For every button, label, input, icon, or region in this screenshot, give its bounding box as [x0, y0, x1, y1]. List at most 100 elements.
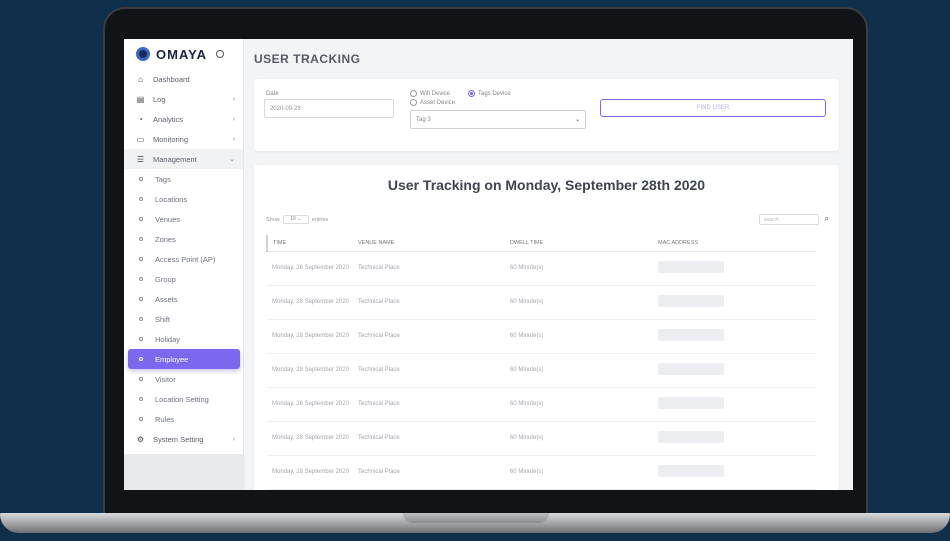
- table-row[interactable]: Monday, 28 September 2020 Technical Place…: [267, 353, 816, 388]
- table-row[interactable]: Monday, 28 September 2020 Technical Place…: [267, 285, 816, 320]
- show-label: Show: [266, 216, 280, 223]
- radio-wifi-device[interactable]: Wifi Device: [410, 90, 450, 97]
- table-row[interactable]: Monday, 28 September 2020 Technical Place…: [267, 421, 816, 456]
- sidebar-item-label: Monitoring: [153, 134, 189, 144]
- sidebar-subitem-assets[interactable]: Assets: [124, 289, 243, 309]
- circle-icon: [139, 317, 143, 321]
- cell-dwell: 60 Minute(s): [505, 319, 653, 354]
- sidebar-subitem-label: Holiday: [155, 334, 181, 344]
- circle-icon: [139, 397, 143, 401]
- cell-dwell: 60 Minute(s): [505, 421, 653, 456]
- column-header[interactable]: DWELL TIME: [505, 235, 653, 252]
- circle-icon: [139, 197, 143, 201]
- tag-select[interactable]: Tag 3 ⌄: [410, 110, 586, 129]
- chevron-icon: ›: [232, 115, 235, 123]
- filter-card: Date 2020-09-28 Wifi Device Tags Device …: [254, 79, 839, 151]
- sidebar-subitem-location-setting[interactable]: Location Setting: [124, 389, 243, 409]
- omaya-logo-icon: [136, 47, 150, 61]
- entries-value: 10: [290, 216, 296, 222]
- table-row[interactable]: Monday, 28 September 2020 Technical Place…: [267, 455, 816, 490]
- sidebar-subitem-venues[interactable]: Venues: [124, 209, 243, 229]
- sidebar-subitem-holiday[interactable]: Holiday: [124, 329, 243, 349]
- radio-tags-label: Tags Device: [478, 90, 511, 97]
- settings-icon: ⚙: [136, 434, 145, 444]
- sidebar-item-label: Analytics: [153, 114, 184, 124]
- radio-circle-selected: [468, 90, 475, 97]
- radio-asset-device[interactable]: Asset Device: [410, 99, 455, 106]
- entries-select[interactable]: 10 ⌄: [282, 215, 309, 224]
- sidebar-item-dashboard[interactable]: ⌂ Dashboard: [124, 69, 243, 89]
- sidebar-nav: ⌂ Dashboard ▤ Log › ◔ Analytics › ▭ Monitoring › ☰ M…: [124, 69, 243, 449]
- sidebar-item-label: System Setting: [153, 434, 204, 444]
- mac-redacted: [658, 328, 724, 341]
- circle-icon: [139, 237, 143, 241]
- sidebar-subitem-label: Locations: [155, 194, 188, 204]
- sidebar-subitem-access-point-ap[interactable]: Access Point (AP): [124, 249, 243, 269]
- sidebar: OMAYA ⌂ Dashboard ▤ Log › ◔ Analytics › ▭ Monitor…: [124, 39, 244, 490]
- results-card: User Tracking on Monday, September 28th …: [254, 165, 839, 490]
- results-title: User Tracking on Monday, September 28th …: [387, 177, 706, 193]
- sidebar-subitem-rules[interactable]: Rules: [124, 409, 243, 429]
- table-row[interactable]: Monday, 28 September 2020 Technical Place…: [267, 387, 816, 422]
- column-header[interactable]: TIME: [266, 235, 353, 252]
- column-header[interactable]: MAC ADDRESS: [653, 235, 816, 252]
- table-row[interactable]: Monday, 28 September 2020 Technical Place…: [267, 251, 816, 286]
- sidebar-subitem-label: Shift: [155, 314, 171, 324]
- page-title: USER TRACKING: [254, 52, 361, 66]
- sidebar-item-monitoring[interactable]: ▭ Monitoring ›: [124, 129, 243, 149]
- sidebar-subitem-label: Visitor: [155, 374, 176, 384]
- mac-redacted: [658, 430, 724, 443]
- sidebar-item-system-setting[interactable]: ⚙ System Setting ›: [124, 429, 243, 449]
- brand-name: OMAYA: [156, 46, 208, 62]
- cell-mac: [653, 251, 816, 286]
- sidebar-item-label: Dashboard: [153, 74, 190, 84]
- sidebar-subitem-label: Group: [155, 274, 176, 284]
- sidebar-item-label: Management: [153, 154, 197, 164]
- radio-tags-device[interactable]: Tags Device: [468, 90, 511, 97]
- sidebar-subitem-visitor[interactable]: Visitor: [124, 369, 243, 389]
- find-user-button[interactable]: FIND USER: [600, 99, 826, 117]
- cell-venue: Technical Place: [353, 421, 505, 456]
- sidebar-toggle-icon[interactable]: [216, 50, 225, 58]
- sidebar-subitem-label: Employee: [155, 354, 189, 364]
- sidebar-subitem-label: Access Point (AP): [155, 254, 216, 264]
- brand: OMAYA: [124, 39, 243, 69]
- search-icon[interactable]: ⌕: [825, 214, 829, 224]
- radio-asset-label: Asset Device: [420, 99, 456, 106]
- chevron-down-icon: ⌄: [574, 117, 580, 123]
- table-body: Monday, 28 September 2020 Technical Place…: [267, 251, 816, 490]
- radio-circle: [410, 99, 417, 106]
- search-input[interactable]: search: [759, 214, 819, 225]
- sidebar-subitem-employee[interactable]: Employee: [128, 349, 240, 369]
- chevron-icon: ⌄: [229, 156, 235, 163]
- circle-icon: [139, 297, 143, 301]
- sidebar-subitem-group[interactable]: Group: [124, 269, 243, 289]
- mac-redacted: [658, 260, 724, 273]
- column-header[interactable]: VENUE NAME: [353, 235, 505, 252]
- sidebar-item-analytics[interactable]: ◔ Analytics ›: [124, 109, 243, 129]
- cell-time: Monday, 28 September 2020: [267, 421, 353, 456]
- tracking-table: TIME VENUE NAME DWELL TIME MAC ADDRESS Mond…: [266, 235, 816, 490]
- sidebar-item-log[interactable]: ▤ Log ›: [124, 89, 243, 109]
- sidebar-item-management[interactable]: ☰ Management ⌄: [124, 149, 243, 169]
- cell-time: Monday, 28 September 2020: [267, 387, 353, 422]
- table-row[interactable]: Monday, 28 September 2020 Technical Place…: [267, 319, 816, 354]
- circle-icon: [139, 417, 143, 421]
- cell-dwell: 60 Minute(s): [505, 353, 653, 388]
- sidebar-subitem-label: Rules: [155, 414, 175, 424]
- sidebar-subitem-shift[interactable]: Shift: [124, 309, 243, 329]
- cell-venue: Technical Place: [353, 387, 505, 422]
- cell-mac: [653, 421, 816, 456]
- radio-wifi-label: Wifi Device: [420, 90, 451, 97]
- cell-time: Monday, 28 September 2020: [267, 251, 353, 286]
- laptop-frame: OMAYA ⌂ Dashboard ▤ Log › ◔ Analytics › ▭ Monitor…: [103, 7, 868, 519]
- cell-venue: Technical Place: [353, 285, 505, 320]
- sidebar-subitem-tags[interactable]: Tags: [124, 169, 243, 189]
- sidebar-subitem-locations[interactable]: Locations: [124, 189, 243, 209]
- date-input[interactable]: 2020-09-28: [264, 99, 394, 118]
- circle-icon: [139, 357, 143, 361]
- chevron-icon: ›: [232, 135, 235, 143]
- sidebar-subitem-zones[interactable]: Zones: [124, 229, 243, 249]
- cell-mac: [653, 319, 816, 354]
- log-icon: ▤: [136, 94, 145, 104]
